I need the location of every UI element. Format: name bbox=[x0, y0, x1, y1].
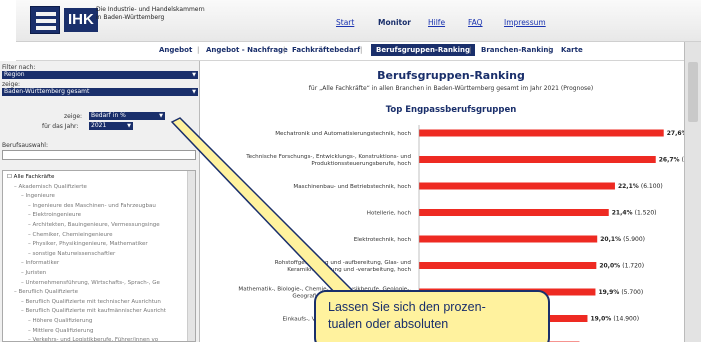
org-line-2: in Baden-Württemberg bbox=[96, 14, 165, 21]
region-select[interactable]: Baden-Württemberg gesamt ▼ bbox=[2, 88, 198, 96]
tab-berufsgruppen-ranking[interactable]: Berufsgruppen-Ranking bbox=[371, 44, 475, 56]
tab-angebot[interactable]: Angebot bbox=[159, 46, 192, 54]
bar bbox=[419, 235, 598, 243]
zeige-label: zeige: bbox=[2, 81, 21, 88]
logo-text: IHK bbox=[64, 8, 98, 32]
measure-value: Bedarf in % bbox=[91, 112, 126, 119]
chevron-down-icon: ▼ bbox=[127, 123, 131, 129]
occupation-tree[interactable]: ☐ Alle Fachkräfte – Akademisch Qualifizie… bbox=[2, 170, 196, 342]
chevron-down-icon: ▼ bbox=[159, 113, 163, 119]
tree-item[interactable]: – Verkehrs- und Logistikberufe, Führer/i… bbox=[28, 337, 158, 341]
tab-fachkraeftebedarf[interactable]: Fachkräftebedarf bbox=[292, 46, 360, 54]
year-label: für das Jahr: bbox=[42, 123, 79, 130]
tree-item[interactable]: – Ingenieure bbox=[21, 193, 55, 199]
tree-item[interactable]: – Unternehmensführung, Wirtschafts-, Spr… bbox=[21, 280, 160, 286]
year-select[interactable]: 2021 ▼ bbox=[89, 122, 133, 130]
beruf-label: Berufsauswahl: bbox=[2, 142, 48, 149]
category-label: Produktionssteuerungsberufe, hoch bbox=[311, 161, 411, 167]
tab-angebot-nachfrage[interactable]: Angebot - Nachfrage bbox=[206, 46, 288, 54]
nav-faq[interactable]: FAQ bbox=[468, 18, 483, 27]
bar bbox=[419, 156, 656, 163]
tree-item[interactable]: – Beruflich Qualifizierte bbox=[14, 289, 78, 295]
nav-start[interactable]: Start bbox=[336, 18, 354, 27]
category-label: Technische Forschungs-, Entwicklungs-, K… bbox=[245, 154, 411, 160]
page-scrollbar[interactable] bbox=[684, 42, 701, 342]
category-label: Mechatronik und Automatisierungstechnik,… bbox=[275, 131, 411, 137]
callout-line-2: tualen oder absoluten bbox=[328, 317, 449, 331]
value-label: 19,0% (14.900) bbox=[590, 316, 639, 323]
measure-select[interactable]: Bedarf in % ▼ bbox=[89, 112, 165, 120]
value-label: 20,0% (1.720) bbox=[599, 263, 644, 270]
tree-item[interactable]: – Elektroingenieure bbox=[28, 212, 81, 218]
nav-hilfe[interactable]: Hilfe bbox=[428, 18, 445, 27]
app-frame: IHK Die Industrie- und Handelskammern in… bbox=[0, 0, 701, 342]
value-label: 20,1% (5.900) bbox=[600, 236, 645, 243]
tree-item[interactable]: – Ingenieure des Maschinen- und Fahrzeug… bbox=[28, 203, 156, 209]
lions-crest-icon bbox=[30, 6, 60, 34]
category-label: Elektrotechnik, hoch bbox=[354, 237, 412, 243]
category-label: Hotellerie, hoch bbox=[367, 211, 412, 217]
filter-label: Filter nach: bbox=[2, 64, 36, 71]
filter-select[interactable]: Region ▼ bbox=[2, 71, 198, 79]
tree-item[interactable]: – Höhere Qualifizierung bbox=[28, 318, 92, 324]
tree-item[interactable]: – Informatiker bbox=[21, 260, 59, 266]
filter-sidebar: Filter nach: Region ▼ zeige: Baden-Württ… bbox=[0, 61, 200, 342]
bar bbox=[419, 182, 615, 190]
chevron-down-icon: ▼ bbox=[192, 72, 196, 78]
tab-branchen-ranking[interactable]: Branchen-Ranking bbox=[481, 46, 553, 54]
show-label: zeige: bbox=[64, 113, 83, 120]
tab-karte[interactable]: Karte bbox=[561, 46, 583, 54]
header: IHK Die Industrie- und Handelskammern in… bbox=[16, 0, 701, 42]
bar bbox=[419, 262, 597, 269]
tree-item[interactable]: – Mittlere Qualifizierung bbox=[28, 328, 94, 334]
tab-bar: Angebot | Angebot - Nachfrage | Fachkräf… bbox=[16, 43, 701, 61]
value-label: 19,9% (5.700) bbox=[598, 289, 643, 296]
scroll-thumb[interactable] bbox=[688, 62, 698, 122]
tree-scrollbar[interactable] bbox=[187, 171, 195, 341]
chevron-down-icon: ▼ bbox=[192, 89, 196, 95]
org-line-1: Die Industrie- und Handelskammern bbox=[96, 6, 205, 13]
nav-monitor[interactable]: Monitor bbox=[378, 18, 411, 27]
beruf-search-input[interactable] bbox=[2, 150, 196, 160]
value-label: 22,1% (6.100) bbox=[618, 183, 663, 190]
organization-name: Die Industrie- und Handelskammern in Bad… bbox=[96, 6, 236, 22]
nav-impressum[interactable]: Impressum bbox=[504, 18, 546, 27]
tree-item[interactable]: ☐ Alle Fachkräfte bbox=[7, 174, 54, 180]
tree-item[interactable]: – Beruflich Qualifizierte mit technische… bbox=[21, 299, 161, 305]
region-value: Baden-Württemberg gesamt bbox=[4, 88, 90, 95]
category-label: Maschinenbau- und Betriebstechnik, hoch bbox=[293, 184, 411, 190]
bar bbox=[419, 129, 664, 137]
tree-item[interactable]: – Juristen bbox=[21, 270, 46, 276]
value-label: 21,4% (1.520) bbox=[612, 210, 657, 217]
tree-item[interactable]: – Physiker, Physikingenieure, Mathematik… bbox=[28, 241, 148, 247]
category-label: Rohstoffgewinnung und -aufbereitung, Gla… bbox=[275, 260, 412, 266]
tree-item[interactable]: – Akademisch Qualifizierte bbox=[14, 184, 87, 190]
filter-value: Region bbox=[4, 71, 25, 78]
tree-item[interactable]: – Architekten, Bauingenieure, Vermessung… bbox=[28, 222, 160, 228]
callout-line-1: Lassen Sie sich den prozen- bbox=[328, 300, 486, 314]
tree-item[interactable]: – Chemiker, Chemieingenieure bbox=[28, 232, 113, 238]
category-label: Keramikherstellung und -verarbeitung, ho… bbox=[287, 267, 411, 273]
bar bbox=[419, 209, 609, 216]
callout-box: Lassen Sie sich den prozen- tualen oder … bbox=[314, 290, 550, 342]
year-value: 2021 bbox=[91, 122, 107, 129]
tree-item[interactable]: – sonstige Naturwissenschaftler bbox=[28, 251, 115, 257]
tree-item[interactable]: – Beruflich Qualifizierte mit kaufmännis… bbox=[21, 308, 166, 314]
